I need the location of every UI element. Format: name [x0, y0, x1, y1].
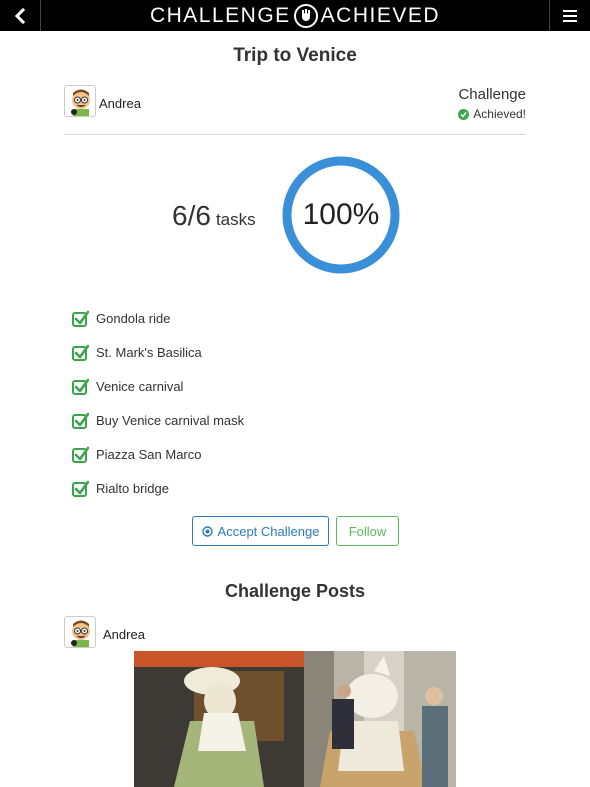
tasks-count-word: tasks — [215, 210, 256, 229]
hand-logo-icon — [293, 3, 318, 28]
task-label: Buy Venice carnival mask — [96, 412, 245, 428]
accept-challenge-label: Accept Challenge — [217, 523, 320, 539]
challenge-posts-heading: Challenge Posts — [224, 581, 366, 601]
tasks-count-number: 6/6 — [172, 200, 211, 231]
checkbox-checked-icon[interactable] — [72, 378, 89, 395]
task-item: Piazza San Marco — [72, 437, 472, 471]
menu-button[interactable] — [549, 0, 590, 31]
check-circle-icon — [458, 108, 470, 120]
task-item: Rialto bridge — [72, 471, 472, 505]
divider — [64, 134, 526, 135]
author-avatar[interactable] — [64, 85, 96, 117]
task-label: Rialto bridge — [96, 480, 169, 496]
avatar-image — [71, 89, 90, 116]
target-circle-icon — [201, 525, 213, 537]
status-text: Achieved! — [473, 107, 526, 121]
checkbox-checked-icon[interactable] — [72, 446, 89, 463]
post-author-name[interactable]: Andrea — [103, 627, 145, 642]
checkbox-checked-icon[interactable] — [72, 412, 89, 429]
accept-challenge-button[interactable]: Accept Challenge — [192, 516, 329, 546]
task-item: Buy Venice carnival mask — [72, 403, 472, 437]
task-item: St. Mark's Basilica — [72, 335, 472, 369]
task-list: Gondola ride St. Mark's Basilica Venice ca… — [72, 301, 472, 505]
checkbox-checked-icon[interactable] — [72, 310, 89, 327]
post-author-avatar[interactable] — [64, 616, 96, 648]
brand-text-right: ACHIEVED — [320, 3, 441, 27]
hamburger-menu-icon — [563, 9, 577, 22]
task-label: St. Mark's Basilica — [96, 344, 202, 360]
checkbox-checked-icon[interactable] — [72, 344, 89, 361]
task-item: Venice carnival — [72, 369, 472, 403]
checkbox-checked-icon[interactable] — [72, 480, 89, 497]
task-item: Gondola ride — [72, 301, 472, 335]
follow-button[interactable]: Follow — [336, 516, 399, 546]
status-badge: Achieved! — [458, 107, 526, 121]
tasks-count: 6/6 tasks — [172, 200, 256, 232]
task-label: Piazza San Marco — [96, 446, 202, 462]
brand-logo[interactable]: CHALLENGE ACHIEVED — [0, 0, 590, 31]
challenge-type-label: Challenge — [458, 86, 526, 103]
brand-text-left: CHALLENGE — [149, 3, 291, 27]
challenge-title: Trip to Venice — [233, 45, 357, 66]
post-photo[interactable] — [134, 651, 456, 787]
carnival-masks-photo — [134, 651, 456, 787]
avatar-image — [71, 620, 90, 647]
top-nav-bar: CHALLENGE ACHIEVED — [0, 0, 590, 31]
follow-label: Follow — [348, 523, 387, 539]
task-label: Gondola ride — [96, 310, 171, 326]
task-label: Venice carnival — [96, 378, 184, 394]
progress-percent: 100% — [302, 198, 380, 231]
author-name[interactable]: Andrea — [99, 96, 141, 111]
